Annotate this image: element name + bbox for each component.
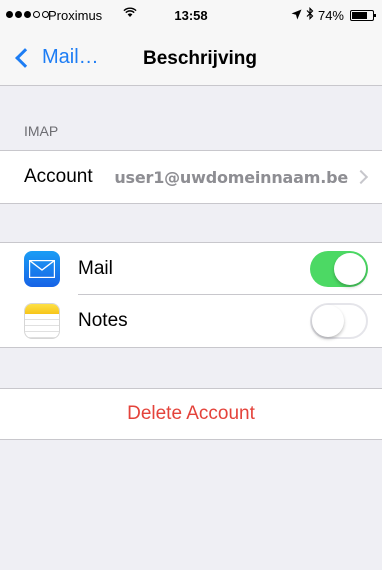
status-right: 74% (291, 7, 376, 23)
battery-fill (352, 11, 367, 19)
account-value: user1@uwdomeinnaam.be (114, 167, 348, 187)
delete-group: Delete Account (0, 388, 382, 440)
chevron-right-icon (353, 169, 369, 185)
notes-toggle[interactable] (310, 303, 368, 339)
notes-icon (24, 303, 60, 339)
account-label: Account (24, 166, 93, 187)
service-row-mail: Mail (0, 243, 382, 295)
back-button-label: Mail… (42, 46, 99, 68)
service-label: Notes (78, 310, 128, 331)
toggle-knob (312, 305, 344, 337)
status-bar: Proximus 13:58 74% (0, 0, 382, 26)
battery-icon (350, 9, 376, 21)
back-button[interactable]: Mail… (12, 46, 99, 69)
services-group: Mail Notes (0, 242, 382, 348)
service-row-notes: Notes (0, 295, 382, 347)
service-label: Mail (78, 258, 113, 279)
account-group: Account user1@uwdomeinnaam.be (0, 150, 382, 204)
chevron-left-icon (15, 47, 35, 68)
location-arrow-icon (291, 8, 302, 23)
mail-icon (24, 251, 60, 287)
battery-tip (374, 13, 376, 17)
bluetooth-icon (306, 7, 314, 23)
toggle-knob (334, 253, 366, 285)
screen: Proximus 13:58 74% Mail… Beschrijving IM… (0, 0, 382, 570)
battery-percent: 74% (317, 7, 344, 23)
top-bar: Proximus 13:58 74% Mail… Beschrijving (0, 0, 382, 86)
mail-toggle[interactable] (310, 251, 368, 287)
account-row[interactable]: Account user1@uwdomeinnaam.be (0, 151, 382, 203)
section-header-imap: IMAP (24, 123, 59, 139)
page-title: Beschrijving (142, 48, 258, 69)
navigation-bar: Mail… Beschrijving (0, 38, 382, 82)
delete-account-button[interactable]: Delete Account (0, 389, 382, 439)
